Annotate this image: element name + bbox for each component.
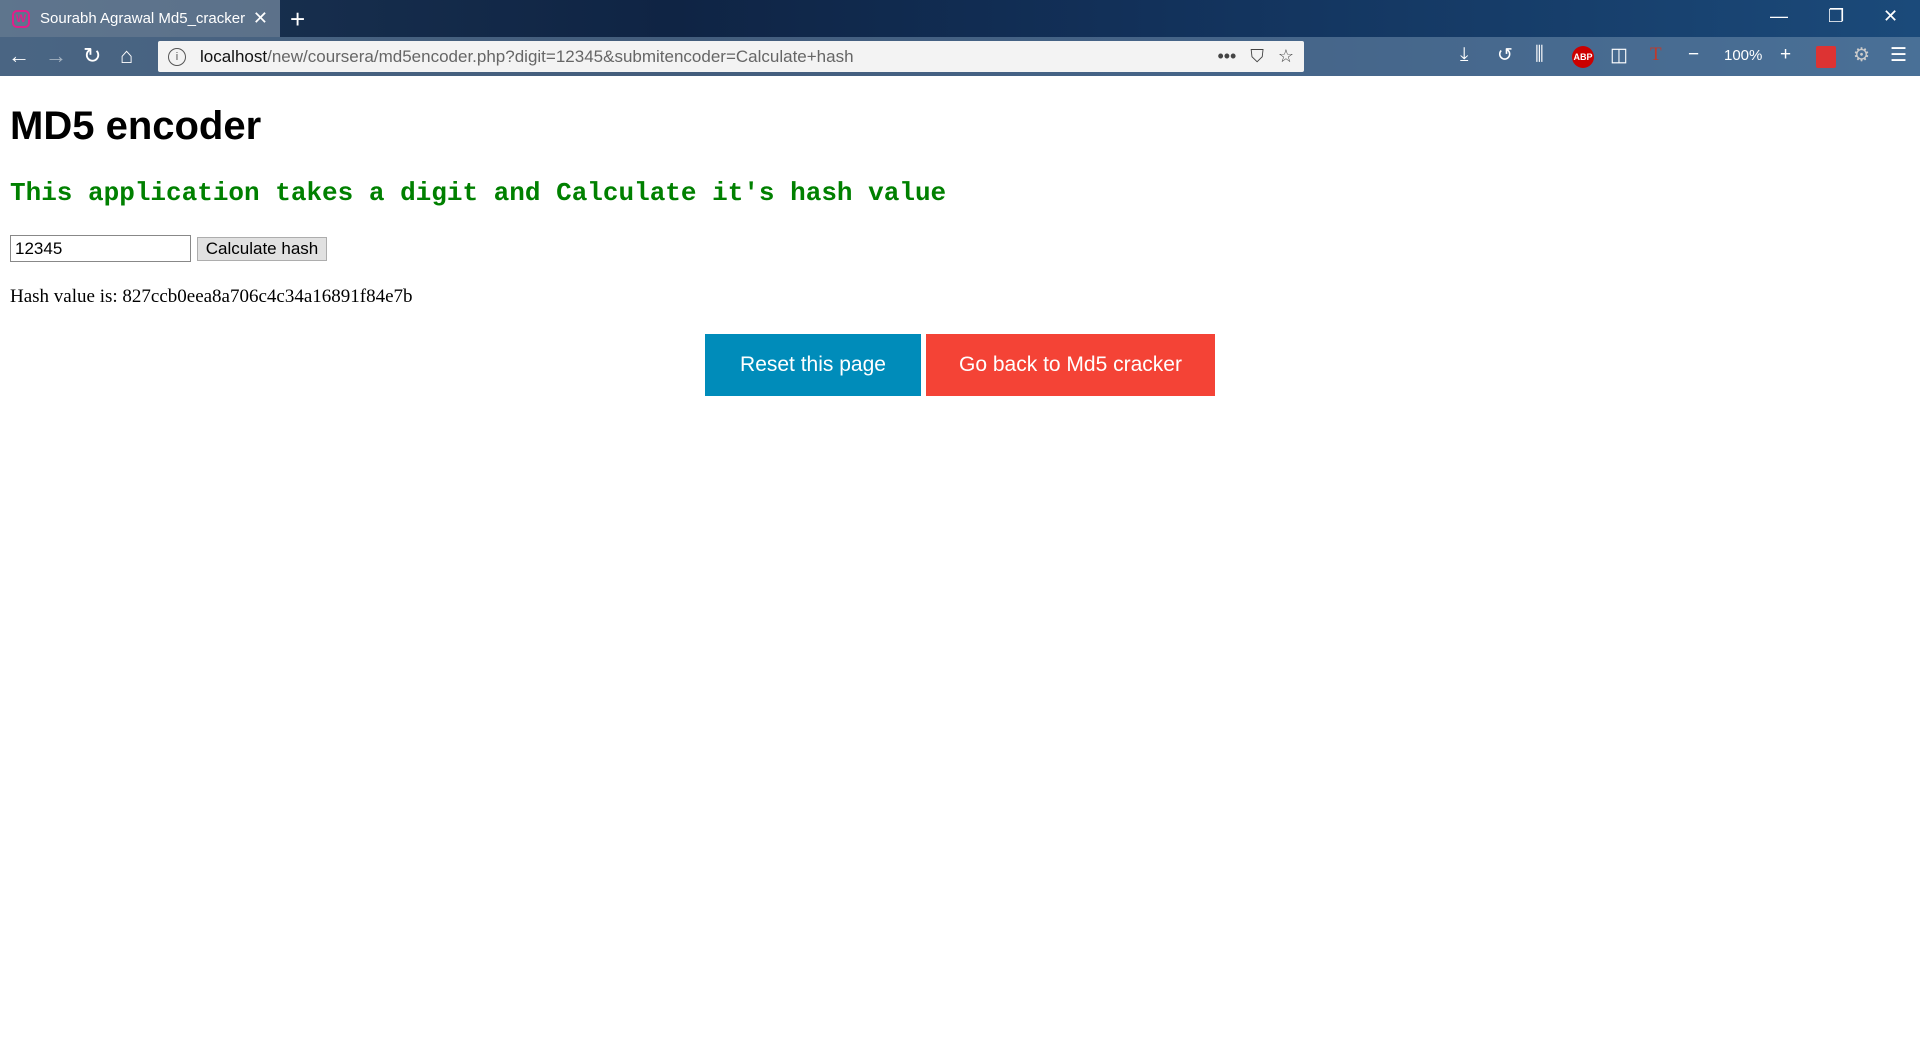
adblock-icon[interactable]: ABP — [1572, 46, 1594, 68]
new-tab-icon[interactable]: + — [290, 4, 305, 35]
reset-page-button[interactable]: Reset this page — [705, 334, 921, 396]
close-window-icon[interactable]: ✕ — [1883, 6, 1898, 27]
close-tab-icon[interactable]: ✕ — [253, 8, 268, 29]
tab-title: Sourabh Agrawal Md5_cracker — [40, 10, 246, 27]
nav-toolbar: ← → ↻ ⌂ i localhost /new/coursera/md5enc… — [0, 37, 1920, 76]
hash-result: Hash value is: 827ccb0eea8a706c4c34a1689… — [10, 286, 413, 307]
tab-bar: W Sourabh Agrawal Md5_cracker ✕ + — ❐ ✕ — [0, 0, 1920, 37]
tab-active[interactable]: W Sourabh Agrawal Md5_cracker ✕ — [0, 0, 280, 37]
extension-icon[interactable] — [1816, 46, 1836, 68]
info-icon[interactable]: i — [168, 47, 186, 66]
digit-input[interactable] — [10, 235, 191, 262]
menu-icon[interactable]: ☰ — [1890, 44, 1907, 67]
browser-chrome: W Sourabh Agrawal Md5_cracker ✕ + — ❐ ✕ … — [0, 0, 1920, 76]
zoom-level[interactable]: 100% — [1724, 47, 1762, 64]
settings-gear-icon[interactable]: ⚙ — [1853, 44, 1870, 67]
library-icon[interactable]: ⫼ — [1535, 44, 1544, 66]
history-icon[interactable]: ↺ — [1497, 44, 1513, 67]
reload-icon[interactable]: ↻ — [83, 43, 101, 69]
font-extension-icon[interactable]: T — [1650, 44, 1662, 66]
home-icon[interactable]: ⌂ — [120, 43, 133, 69]
back-to-cracker-button[interactable]: Go back to Md5 cracker — [926, 334, 1215, 396]
page-subtitle: This application takes a digit and Calcu… — [10, 178, 947, 208]
address-bar[interactable]: i localhost /new/coursera/md5encoder.php… — [158, 41, 1304, 72]
bookmark-star-icon[interactable]: ☆ — [1278, 46, 1294, 67]
restore-icon[interactable]: ❐ — [1828, 6, 1844, 27]
url-path: /new/coursera/md5encoder.php?digit=12345… — [267, 46, 854, 66]
page-title: MD5 encoder — [10, 104, 262, 148]
page-content: MD5 encoder This application takes a dig… — [0, 76, 1920, 1043]
minimize-icon[interactable]: — — [1770, 6, 1788, 27]
zoom-in-icon[interactable]: + — [1780, 44, 1791, 66]
favicon-icon: W — [12, 9, 30, 28]
download-icon[interactable]: ⤓ — [1460, 44, 1468, 66]
sidebar-icon[interactable]: ◫ — [1610, 44, 1628, 67]
forward-icon[interactable]: → — [45, 43, 67, 69]
more-actions-icon[interactable]: ••• — [1217, 46, 1236, 67]
pocket-icon[interactable]: ⛉ — [1250, 46, 1264, 67]
zoom-out-icon[interactable]: − — [1688, 44, 1699, 66]
url-host: localhost — [200, 46, 268, 66]
calculate-hash-button[interactable]: Calculate hash — [197, 237, 327, 261]
back-icon[interactable]: ← — [8, 43, 30, 69]
